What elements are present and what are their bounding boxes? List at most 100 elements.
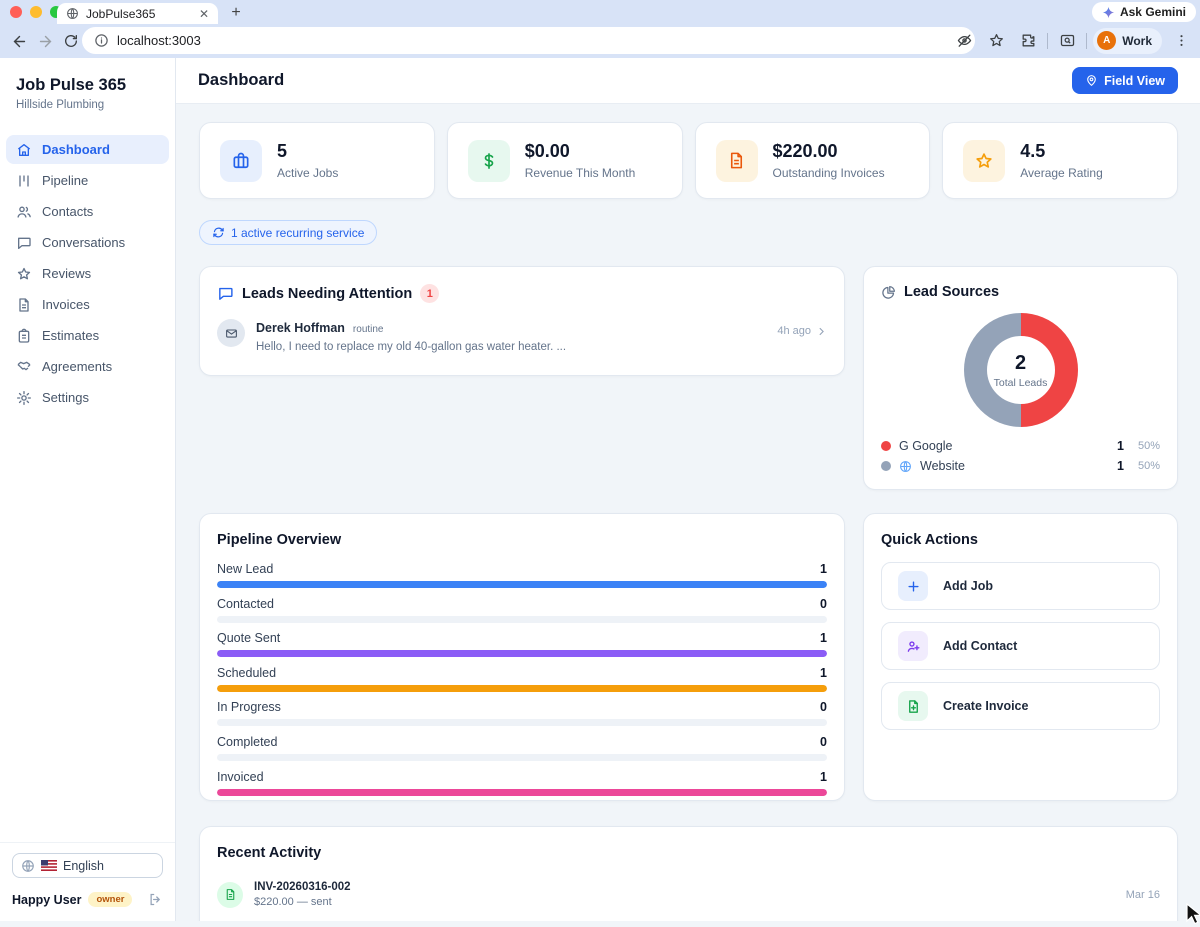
lead-sources-legend: G Google 1 50% Website 1 50% bbox=[881, 439, 1160, 473]
side-panel-search-icon[interactable] bbox=[1054, 28, 1080, 54]
language-select[interactable]: English bbox=[12, 853, 163, 878]
stat-card-revenue: $0.00Revenue This Month bbox=[447, 122, 683, 199]
extensions-icon[interactable] bbox=[1015, 28, 1041, 54]
briefcase-icon bbox=[231, 151, 251, 171]
stage-bar-fill bbox=[217, 685, 827, 692]
sidebar-item-agreements[interactable]: Agreements bbox=[6, 352, 169, 381]
stage-bar-fill bbox=[217, 581, 827, 588]
browser-toolbar: localhost:3003 A Work bbox=[0, 24, 1200, 58]
sidebar-item-label: Invoices bbox=[42, 297, 90, 312]
lead-list-item[interactable]: Derek Hoffmanroutine Hello, I need to re… bbox=[217, 319, 827, 353]
reload-icon[interactable] bbox=[58, 28, 84, 54]
legend-row-google: G Google 1 50% bbox=[881, 439, 1160, 453]
add-contact-button[interactable]: Add Contact bbox=[881, 622, 1160, 670]
chevron-right-icon bbox=[816, 326, 827, 337]
sidebar-item-reviews[interactable]: Reviews bbox=[6, 259, 169, 288]
site-info-icon[interactable] bbox=[94, 33, 109, 48]
tracking-protection-icon[interactable] bbox=[951, 28, 977, 54]
back-icon[interactable] bbox=[6, 28, 32, 54]
recurring-service-chip[interactable]: 1 active recurring service bbox=[199, 220, 377, 245]
stage-bar-track bbox=[217, 789, 827, 796]
address-bar[interactable]: localhost:3003 bbox=[82, 27, 975, 54]
lead-sources-card: Lead Sources 2 Total Leads G Google 1 50… bbox=[863, 266, 1178, 490]
new-tab-button[interactable]: + bbox=[226, 3, 246, 23]
minimize-window-button[interactable] bbox=[30, 6, 42, 18]
stage-value: 0 bbox=[820, 735, 827, 749]
legend-value: 1 bbox=[1117, 459, 1124, 473]
pipeline-stage-row: Contacted0 bbox=[217, 597, 827, 623]
agreements-icon bbox=[16, 359, 32, 375]
tab-close-icon[interactable]: ✕ bbox=[199, 8, 209, 20]
sidebar-item-label: Settings bbox=[42, 390, 89, 405]
field-view-button[interactable]: Field View bbox=[1072, 67, 1178, 94]
stat-value: 4.5 bbox=[1020, 141, 1103, 162]
sidebar-item-estimates[interactable]: Estimates bbox=[6, 321, 169, 350]
stage-value: 0 bbox=[820, 597, 827, 611]
website-globe-icon bbox=[899, 460, 912, 473]
pie-chart-icon bbox=[881, 285, 896, 300]
more-menu-icon[interactable] bbox=[1168, 28, 1194, 54]
pipeline-rows: New Lead1 Contacted0 Quote Sent1 Schedul… bbox=[217, 562, 827, 796]
bookmark-star-icon[interactable] bbox=[983, 28, 1009, 54]
invoice-doc-icon bbox=[224, 888, 237, 901]
page-title: Dashboard bbox=[198, 71, 284, 90]
pipeline-stage-row: Quote Sent1 bbox=[217, 631, 827, 657]
browser-tab[interactable]: JobPulse365 ✕ bbox=[57, 3, 218, 24]
quick-actions-card: Quick Actions Add Job Add Contact Create… bbox=[863, 513, 1178, 801]
refresh-icon bbox=[212, 226, 225, 239]
dollar-icon bbox=[479, 151, 499, 171]
toolbar-divider bbox=[1047, 33, 1048, 49]
pipeline-title: Pipeline Overview bbox=[217, 532, 341, 548]
stage-label: Scheduled bbox=[217, 666, 276, 680]
pipeline-card: Pipeline Overview New Lead1 Contacted0 Q… bbox=[199, 513, 845, 801]
sidebar-item-label: Estimates bbox=[42, 328, 99, 343]
ask-gemini-button[interactable]: Ask Gemini bbox=[1092, 2, 1196, 22]
estimates-icon bbox=[16, 328, 32, 344]
site-favicon-icon bbox=[66, 7, 79, 20]
recent-activity-title: Recent Activity bbox=[217, 845, 321, 861]
create-invoice-button[interactable]: Create Invoice bbox=[881, 682, 1160, 730]
logout-icon[interactable] bbox=[148, 892, 163, 907]
sidebar-item-conversations[interactable]: Conversations bbox=[6, 228, 169, 257]
stage-label: Invoiced bbox=[217, 770, 264, 784]
sidebar-item-label: Agreements bbox=[42, 359, 112, 374]
envelope-icon bbox=[225, 327, 238, 340]
stage-bar-track bbox=[217, 650, 827, 657]
globe-icon bbox=[21, 859, 35, 873]
profile-name: Work bbox=[1122, 34, 1152, 48]
lead-sources-title: Lead Sources bbox=[904, 284, 999, 300]
home-icon bbox=[16, 142, 32, 158]
browser-profile-chip[interactable]: A Work bbox=[1093, 28, 1162, 54]
sidebar-item-settings[interactable]: Settings bbox=[6, 383, 169, 412]
sidebar-item-invoices[interactable]: Invoices bbox=[6, 290, 169, 319]
lead-tag: routine bbox=[353, 324, 384, 335]
close-window-button[interactable] bbox=[10, 6, 22, 18]
sidebar-item-dashboard[interactable]: Dashboard bbox=[6, 135, 169, 164]
stat-label: Average Rating bbox=[1020, 166, 1103, 180]
legend-label: Website bbox=[920, 459, 965, 473]
file-plus-icon bbox=[906, 699, 921, 714]
field-view-label: Field View bbox=[1104, 74, 1165, 88]
sidebar-item-label: Contacts bbox=[42, 204, 93, 219]
ask-gemini-label: Ask Gemini bbox=[1120, 5, 1186, 19]
sidebar-item-contacts[interactable]: Contacts bbox=[6, 197, 169, 226]
conversations-icon bbox=[16, 235, 32, 251]
lead-avatar bbox=[217, 319, 245, 347]
stat-value: $0.00 bbox=[525, 141, 636, 162]
language-label: English bbox=[63, 859, 104, 873]
app-name: Job Pulse 365 bbox=[16, 76, 159, 95]
pipeline-stage-row: New Lead1 bbox=[217, 562, 827, 588]
profile-avatar: A bbox=[1097, 31, 1116, 50]
total-leads-value: 2 bbox=[1015, 352, 1026, 375]
forward-icon[interactable] bbox=[32, 28, 58, 54]
activity-list-item[interactable]: INV-20260316-002 $220.00 — sent Mar 16 bbox=[217, 881, 1160, 921]
pipeline-stage-row: In Progress0 bbox=[217, 700, 827, 726]
stat-value: 5 bbox=[277, 141, 338, 162]
sidebar-item-pipeline[interactable]: Pipeline bbox=[6, 166, 169, 195]
legend-percent: 50% bbox=[1132, 460, 1160, 472]
lead-sources-chart: 2 Total Leads bbox=[964, 313, 1078, 427]
stat-card-outstanding: $220.00Outstanding Invoices bbox=[695, 122, 931, 199]
add-job-button[interactable]: Add Job bbox=[881, 562, 1160, 610]
stage-bar-track bbox=[217, 719, 827, 726]
lead-time: 4h ago bbox=[777, 325, 811, 337]
